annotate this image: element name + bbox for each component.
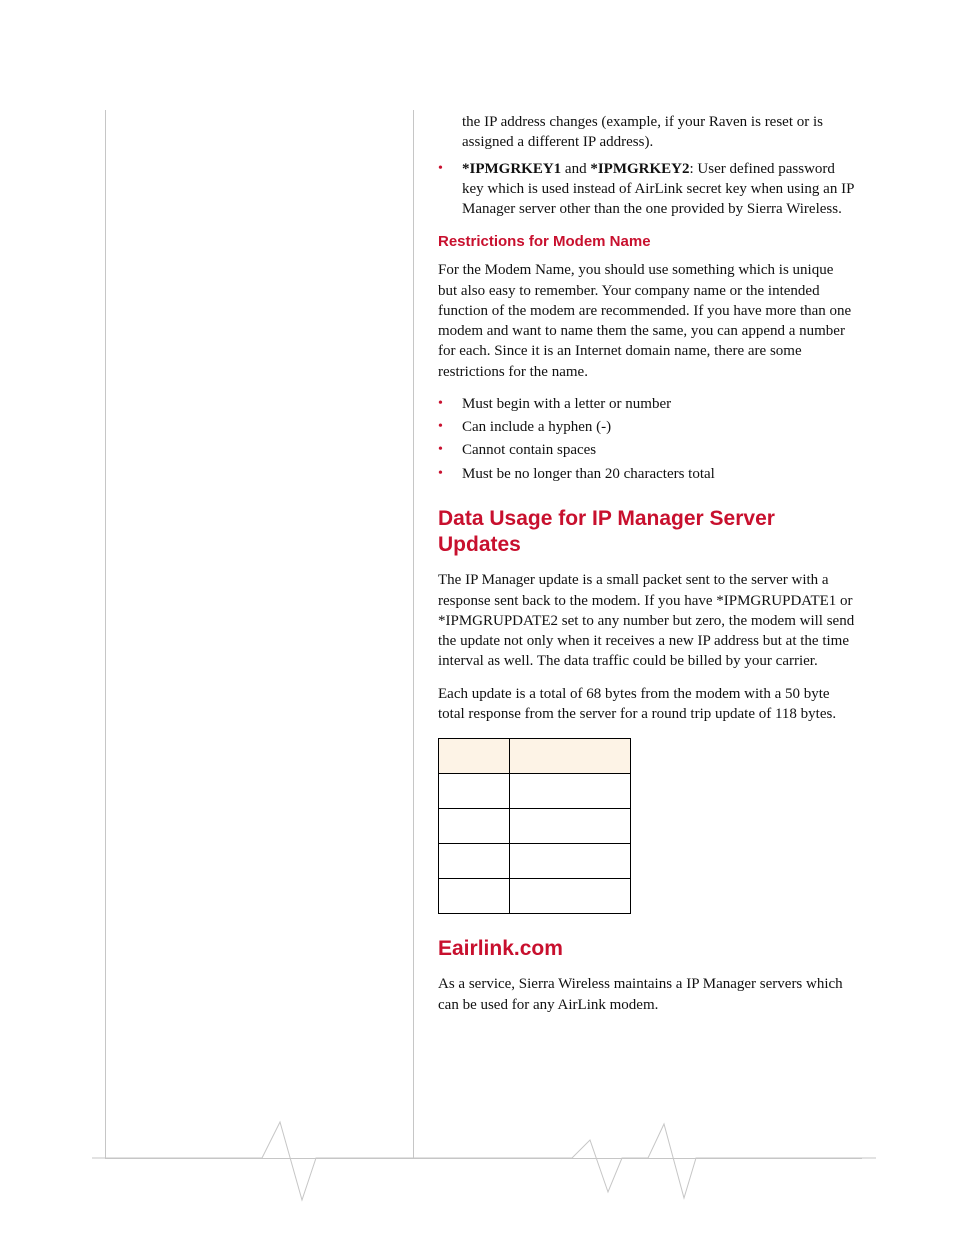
code-term: *IPMGRKEY1 <box>462 161 561 177</box>
paragraph: For the Modem Name, you should use somet… <box>438 260 856 382</box>
bullet-icon: • <box>438 159 462 220</box>
paragraph: Each update is a total of 68 bytes from … <box>438 684 856 725</box>
code-term: *IPMGRKEY2 <box>590 161 689 177</box>
bullet-icon: • <box>438 464 462 484</box>
table-header <box>439 739 510 774</box>
table-cell <box>439 844 510 879</box>
list-item: • Must be no longer than 20 characters t… <box>438 464 856 484</box>
list-item-text: Cannot contain spaces <box>462 440 856 460</box>
table-cell <box>439 774 510 809</box>
list-item: • *IPMGRKEY1 and *IPMGRKEY2: User define… <box>438 159 856 220</box>
table-row <box>439 774 631 809</box>
main-column: the IP address changes (example, if your… <box>438 112 856 1027</box>
paragraph: The IP Manager update is a small packet … <box>438 570 856 671</box>
heading-data-usage: Data Usage for IP Manager Server Updates <box>438 506 856 559</box>
heading-eairlink: Eairlink.com <box>438 936 856 962</box>
page: the IP address changes (example, if your… <box>0 0 954 1235</box>
table-cell <box>510 879 631 914</box>
bullet-icon: • <box>438 394 462 414</box>
list-item: • Can include a hyphen (-) <box>438 417 856 437</box>
table-row <box>439 844 631 879</box>
column-rule <box>413 110 414 1158</box>
bullet-icon: • <box>438 417 462 437</box>
table-row <box>439 809 631 844</box>
table-header <box>510 739 631 774</box>
footer-waveform-icon <box>92 1110 876 1210</box>
list-item-text: Can include a hyphen (-) <box>462 417 856 437</box>
list-item-text: *IPMGRKEY1 and *IPMGRKEY2: User defined … <box>462 159 856 220</box>
continued-paragraph: the IP address changes (example, if your… <box>438 112 856 153</box>
list-item-text: Must be no longer than 20 characters tot… <box>462 464 856 484</box>
table-cell <box>510 809 631 844</box>
table-cell <box>439 879 510 914</box>
list-item: • Must begin with a letter or number <box>438 394 856 414</box>
table-row <box>439 879 631 914</box>
list-item-text: Must begin with a letter or number <box>462 394 856 414</box>
sidebar-rule <box>105 110 106 1158</box>
table-row <box>439 739 631 774</box>
list-item: • Cannot contain spaces <box>438 440 856 460</box>
paragraph: As a service, Sierra Wireless maintains … <box>438 974 856 1015</box>
table-cell <box>510 844 631 879</box>
bullet-icon: • <box>438 440 462 460</box>
table-cell <box>439 809 510 844</box>
subheading-restrictions: Restrictions for Modem Name <box>438 233 856 250</box>
table-cell <box>510 774 631 809</box>
data-table <box>438 738 631 914</box>
